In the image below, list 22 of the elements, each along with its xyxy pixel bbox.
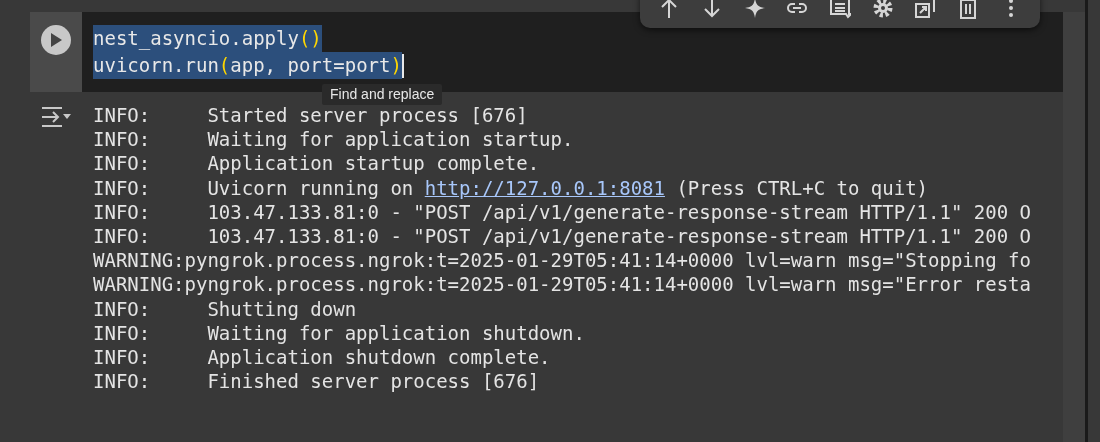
output-line: INFO: Waiting for application shutdown. (93, 320, 586, 346)
output-line: INFO: Finished server process [676] (93, 369, 541, 394)
output-line: INFO: Application startup complete. (93, 151, 541, 176)
output-line: INFO: Waiting for application startup. (93, 127, 575, 152)
run-button[interactable] (41, 25, 71, 55)
arrow-down-icon[interactable] (701, 0, 723, 19)
output-line: INFO: 103.47.133.81:0 - "POST /api/v1/generate-response-stream HTTP/1.1" 200 O (93, 199, 1032, 224)
output-line: INFO: Started server process [676] (93, 103, 529, 128)
tooltip: Find and replace (322, 84, 443, 105)
comment-icon[interactable] (828, 0, 851, 19)
output-line: INFO: Shutting down (93, 296, 358, 321)
link[interactable]: http://127.0.0.1:8081 (424, 176, 665, 199)
output-line: WARNING:pyngrok.process.ngrok:t=2025-01-29T05:41:14+0000 lvl=warn msg="Stopping fo (93, 248, 1032, 273)
output-line: WARNING:pyngrok.process.ngrok:t=2025-01-29T05:41:14+0000 lvl=warn msg="Error resta (93, 272, 1032, 297)
copy-cell-icon[interactable] (914, 0, 937, 19)
output-toggle-icon[interactable] (40, 106, 72, 128)
play-icon (50, 33, 62, 47)
output-line: INFO: Application shutdown complete. (93, 345, 552, 370)
settings-icon[interactable] (871, 0, 894, 19)
output-line: INFO: 103.47.133.81:0 - "POST /api/v1/generate-response-stream HTTP/1.1" 200 O (93, 224, 1032, 249)
output-line: INFO: Uvicorn running on http://127.0.0.1:8081 (Press CTRL+C to quit) (93, 175, 930, 200)
text-cursor (401, 53, 404, 78)
